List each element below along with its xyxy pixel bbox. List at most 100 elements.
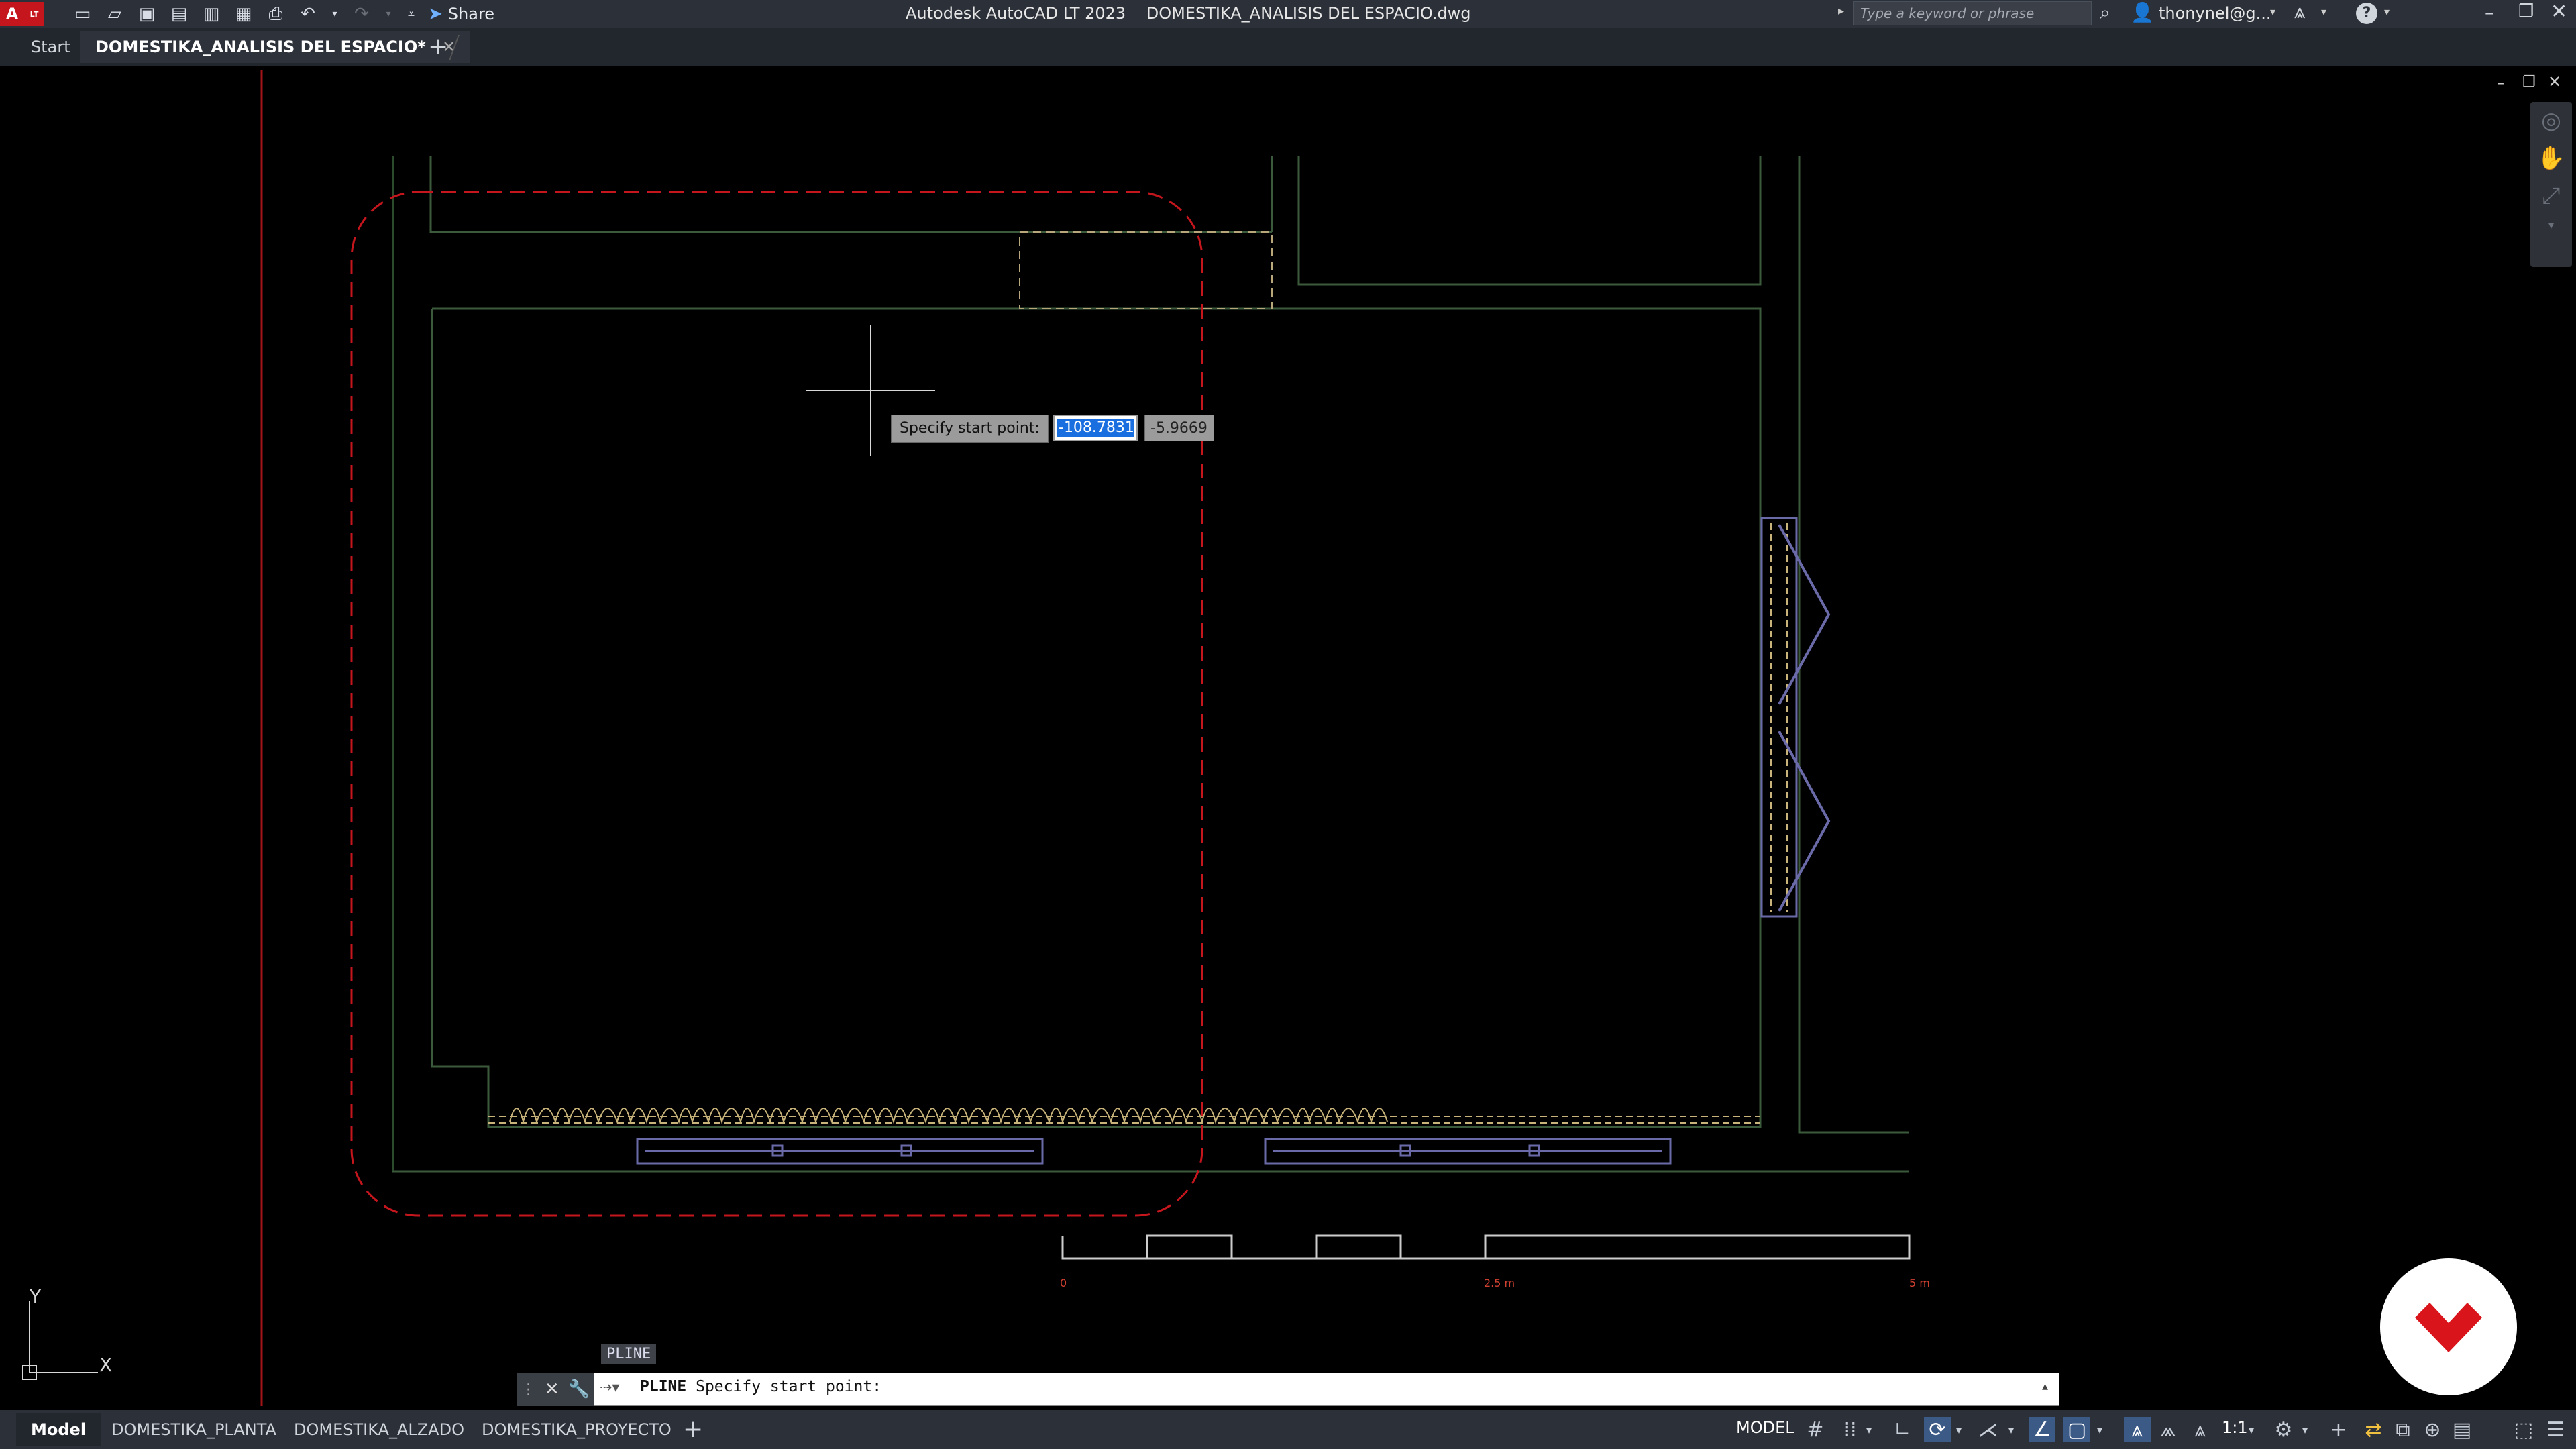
search-expand-icon[interactable]: ▸ bbox=[1838, 4, 1844, 18]
pan-icon[interactable]: ✋ bbox=[2530, 140, 2572, 177]
scale-dropdown-icon[interactable]: ▾ bbox=[2245, 1417, 2258, 1442]
app-logo[interactable]: A bbox=[0, 2, 24, 26]
minimize-icon[interactable]: – bbox=[2485, 1, 2494, 23]
save-as-icon[interactable]: ▤ bbox=[168, 3, 191, 25]
isodraft-dropdown-icon[interactable]: ▾ bbox=[2004, 1417, 2018, 1442]
ucs-x-label: X bbox=[99, 1354, 112, 1376]
command-history-icon[interactable]: ▴ bbox=[2042, 1379, 2048, 1393]
command-prompt: Specify start point: bbox=[696, 1378, 882, 1395]
lock-ui-icon[interactable]: ⊕ bbox=[2419, 1417, 2446, 1442]
coordinate-x-input[interactable]: -108.7831 bbox=[1053, 415, 1138, 441]
tab-layout-alzado[interactable]: DOMESTIKA_ALZADO bbox=[294, 1413, 464, 1446]
open-web-icon[interactable]: ▥ bbox=[200, 3, 223, 25]
search-input[interactable]: Type a keyword or phrase bbox=[1853, 1, 2092, 25]
tab-layout-proyecto[interactable]: DOMESTIKA_PROYECTO bbox=[482, 1413, 672, 1446]
share-label: Share bbox=[447, 5, 495, 23]
new-tab-button[interactable]: + bbox=[428, 31, 448, 63]
annotation-visibility-icon[interactable]: ⩓ bbox=[2124, 1417, 2151, 1442]
command-line-text: PLINE Specify start point: bbox=[640, 1378, 881, 1395]
close-command-icon[interactable]: ✕ bbox=[545, 1379, 559, 1399]
redo-icon[interactable]: ↷ bbox=[350, 3, 373, 25]
user-dropdown-icon[interactable]: ▾ bbox=[2270, 5, 2275, 18]
object-snap-dropdown-icon[interactable]: ▾ bbox=[2093, 1417, 2106, 1442]
autodesk-app-icon[interactable]: ⩓ bbox=[2294, 0, 2306, 23]
object-snap-icon[interactable]: ▢ bbox=[2063, 1417, 2090, 1442]
customize-toolbar-icon[interactable]: ⩡ bbox=[404, 3, 419, 25]
annotation-monitor-icon[interactable]: + bbox=[2325, 1417, 2352, 1442]
search-icon[interactable]: ⌕ bbox=[2100, 1, 2110, 24]
customization-menu-icon[interactable]: ☰ bbox=[2542, 1417, 2569, 1442]
user-name[interactable]: thonynel@g... bbox=[2159, 4, 2271, 23]
app-name: Autodesk AutoCAD LT 2023 bbox=[906, 4, 1126, 23]
window-right bbox=[1760, 517, 1831, 918]
tab-layout-planta[interactable]: DOMESTIKA_PLANTA bbox=[111, 1413, 276, 1446]
app-dropdown-icon[interactable]: ▾ bbox=[2321, 5, 2326, 18]
lt-badge: LT bbox=[24, 2, 44, 26]
model-space-toggle[interactable]: MODEL bbox=[1736, 1418, 1794, 1437]
workspace-gear-icon[interactable]: ⚙ bbox=[2270, 1417, 2297, 1442]
send-icon: ➤ bbox=[428, 4, 443, 24]
grid-icon[interactable]: # bbox=[1802, 1417, 1829, 1442]
command-line-controls: ⋮ ✕ 🔧 bbox=[517, 1373, 594, 1406]
brand-logo-mark bbox=[2415, 1303, 2482, 1352]
share-button[interactable]: ➤ Share bbox=[428, 4, 494, 24]
ucs-icon bbox=[22, 1301, 98, 1380]
drawing-canvas[interactable]: 0 2.5 m 5 m Y X bbox=[0, 66, 2576, 1410]
scale-label-mid: 2.5 m bbox=[1484, 1277, 1515, 1289]
snap-dropdown-icon[interactable]: ▾ bbox=[1862, 1417, 1876, 1442]
restore-icon[interactable]: ❐ bbox=[2518, 1, 2534, 21]
quick-properties-icon[interactable]: ⧉ bbox=[2390, 1417, 2416, 1442]
annotation-scale-icon[interactable]: ⩓ bbox=[2187, 1417, 2214, 1442]
window-title: Autodesk AutoCAD LT 2023 DOMESTIKA_ANALI… bbox=[906, 4, 1471, 23]
window-bottom-right bbox=[1264, 1138, 1672, 1165]
scale-label-0: 0 bbox=[1060, 1277, 1067, 1289]
object-snap-tracking-icon[interactable]: ∠ bbox=[2029, 1417, 2055, 1442]
close-icon[interactable]: ✕ bbox=[2551, 0, 2567, 23]
command-name: PLINE bbox=[640, 1378, 687, 1395]
tab-model[interactable]: Model bbox=[16, 1413, 101, 1446]
annotation-scale-value[interactable]: 1:1 bbox=[2222, 1418, 2248, 1437]
isodraft-icon[interactable]: ⋌ bbox=[1975, 1417, 2002, 1442]
door-opening bbox=[1019, 231, 1273, 309]
scale-label-end: 5 m bbox=[1909, 1277, 1930, 1289]
brand-logo bbox=[2380, 1258, 2517, 1395]
nav-dropdown-icon[interactable]: ▾ bbox=[2530, 215, 2572, 235]
workspace-dropdown-icon[interactable]: ▾ bbox=[2298, 1417, 2312, 1442]
add-layout-button[interactable]: + bbox=[683, 1413, 703, 1446]
units-icon[interactable]: ⇄ bbox=[2360, 1417, 2387, 1442]
new-file-icon[interactable]: ▭ bbox=[71, 3, 94, 25]
clean-screen-icon[interactable]: ⬚ bbox=[2510, 1417, 2537, 1442]
polar-dropdown-icon[interactable]: ▾ bbox=[1952, 1417, 1966, 1442]
customize-wrench-icon[interactable]: 🔧 bbox=[568, 1379, 590, 1399]
open-folder-icon[interactable]: ▱ bbox=[103, 3, 126, 25]
hardware-acceleration-icon[interactable]: ▤ bbox=[2449, 1417, 2475, 1442]
undo-icon[interactable]: ↶ bbox=[297, 3, 319, 25]
coordinate-y-input[interactable]: -5.9669 bbox=[1144, 415, 1214, 441]
zoom-extents-icon[interactable]: ⤢ bbox=[2530, 177, 2572, 215]
print-icon[interactable]: ⎙ bbox=[264, 3, 287, 25]
help-icon[interactable]: ? bbox=[2356, 3, 2377, 24]
save-icon[interactable]: ▣ bbox=[136, 3, 158, 25]
ucs-y-label: Y bbox=[29, 1285, 42, 1307]
snap-icon[interactable]: ⁞⁞ bbox=[1837, 1417, 1864, 1442]
dynamic-input-prompt: Specify start point: bbox=[891, 415, 1049, 443]
plant-hatch bbox=[509, 1108, 1388, 1124]
window-bottom-left bbox=[636, 1138, 1044, 1165]
help-dropdown-icon[interactable]: ▾ bbox=[2384, 5, 2390, 18]
file-name: DOMESTIKA_ANALISIS DEL ESPACIO.dwg bbox=[1146, 4, 1471, 23]
tab-active-document[interactable]: DOMESTIKA_ANALISIS DEL ESPACIO* ✕ bbox=[80, 31, 471, 63]
user-icon[interactable]: 👤 bbox=[2131, 1, 2154, 23]
steering-wheel-icon[interactable]: ◎ bbox=[2530, 102, 2572, 140]
ortho-icon[interactable]: ∟ bbox=[1889, 1417, 1916, 1442]
redo-dropdown-icon[interactable]: ▾ bbox=[382, 3, 394, 25]
grip-handle-icon[interactable]: ⋮ bbox=[521, 1381, 536, 1398]
auto-scale-icon[interactable]: ⩕ bbox=[2155, 1417, 2182, 1442]
scale-bar bbox=[1061, 1234, 1911, 1260]
undo-dropdown-icon[interactable]: ▾ bbox=[329, 3, 341, 25]
tab-start[interactable]: Start bbox=[31, 31, 70, 63]
polar-tracking-icon[interactable]: ⟳ bbox=[1924, 1417, 1951, 1442]
navigation-bar: ◎ ✋ ⤢ ▾ bbox=[2530, 102, 2572, 267]
save-web-icon[interactable]: ▦ bbox=[232, 3, 255, 25]
recent-commands-icon[interactable]: ⇢▾ bbox=[600, 1379, 619, 1396]
coordinate-x-value: -108.7831 bbox=[1057, 419, 1134, 437]
